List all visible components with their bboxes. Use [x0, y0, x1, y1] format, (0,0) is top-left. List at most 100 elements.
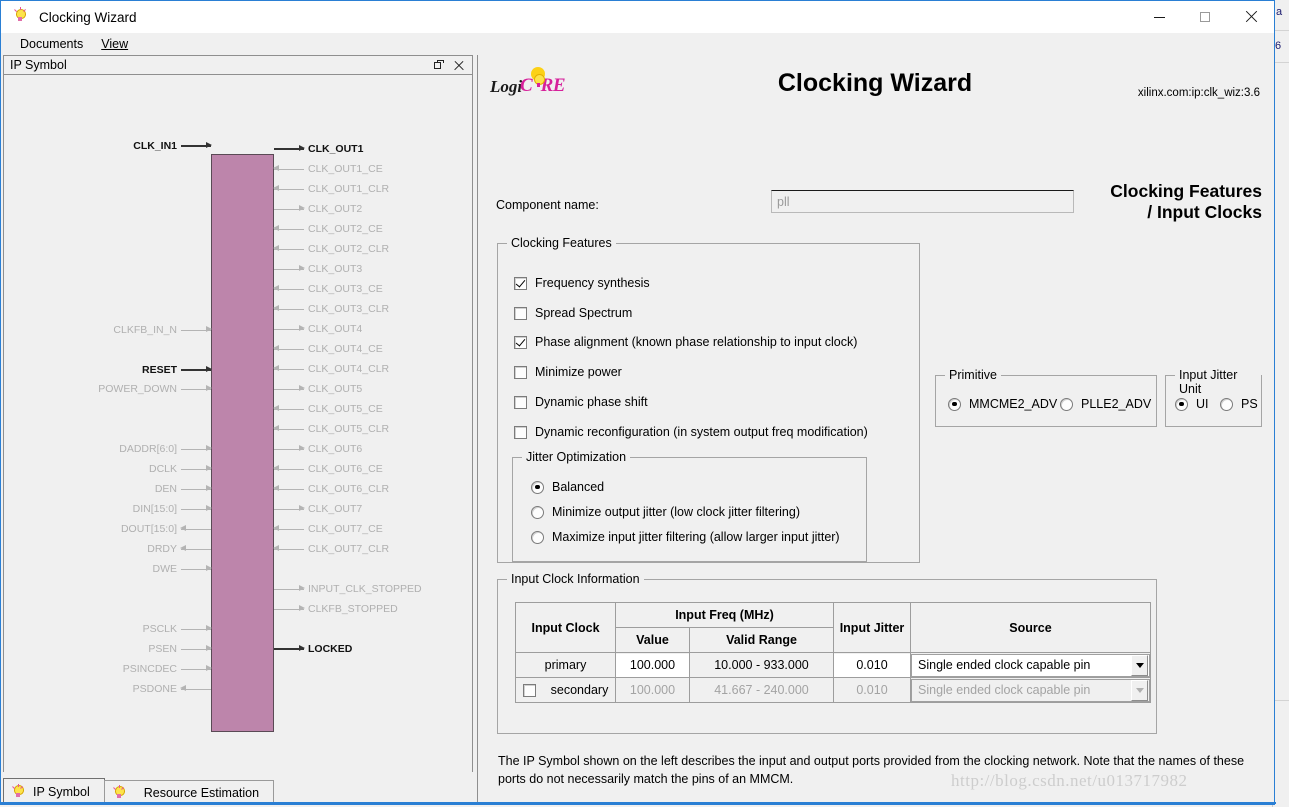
- window-bottom-accent: [1, 802, 1276, 804]
- tab-resource-estimation[interactable]: Resource Estimation: [103, 780, 275, 804]
- radio-jitter-balanced[interactable]: Balanced: [531, 480, 604, 494]
- cell-secondary-source: Single ended clock capable pin: [910, 677, 1151, 703]
- secondary-label: secondary: [550, 683, 609, 697]
- pin-label: CLK_OUT5_CLR: [308, 423, 390, 435]
- pin-clkfb-in-n: CLKFB_IN_N: [4, 323, 212, 337]
- cell-primary-jitter[interactable]: 0.010: [833, 652, 911, 678]
- ip-core-block: [211, 154, 274, 732]
- bulb-icon: [12, 783, 26, 799]
- checkbox-minimize-power[interactable]: Minimize power: [514, 365, 622, 379]
- secondary-source-combobox: Single ended clock capable pin: [911, 678, 1150, 702]
- cell-secondary-jitter: 0.010: [833, 677, 911, 703]
- pin-label: CLK_OUT2_CE: [308, 223, 383, 235]
- radio-indicator: [1060, 397, 1073, 411]
- table-header-row-1: Input Clock Input Freq (MHz) Input Jitte…: [515, 602, 1151, 653]
- pin-label: PSEN: [148, 643, 177, 655]
- radio-jitter-maximize-input[interactable]: Maximize input jitter filtering (allow l…: [531, 530, 840, 544]
- pin-daddr-6-0-: DADDR[6:0]: [4, 442, 212, 456]
- checkbox-label: Frequency synthesis: [535, 276, 650, 290]
- pin-label: INPUT_CLK_STOPPED: [308, 583, 422, 595]
- pin-label: PSCLK: [142, 623, 177, 635]
- pin-label: CLK_OUT7_CE: [308, 523, 383, 535]
- chevron-down-icon[interactable]: [1131, 654, 1148, 676]
- pin-label: PSDONE: [132, 683, 177, 695]
- pin-psincdec: PSINCDEC: [4, 662, 212, 676]
- cell-primary-value[interactable]: 100.000: [615, 652, 690, 678]
- pin-reset: RESET: [4, 363, 212, 377]
- table-row: secondary 100.000 41.667 - 240.000 0.010: [515, 677, 1151, 703]
- header-value: Value: [615, 627, 690, 653]
- checkbox-label: Phase alignment (known phase relationshi…: [535, 335, 858, 349]
- pin-clk-out7-clr: CLK_OUT7_CLR: [273, 542, 472, 556]
- pin-label: LOCKED: [308, 643, 353, 655]
- checkbox-indicator: [514, 395, 527, 409]
- pin-label: CLK_OUT4_CLR: [308, 363, 390, 375]
- checkbox-indicator: [514, 365, 527, 379]
- pin-label: CLK_OUT3_CE: [308, 283, 383, 295]
- checkbox-dynamic-phase-shift[interactable]: Dynamic phase shift: [514, 395, 648, 409]
- clocking-wizard-window: Clocking Wizard Documents View IP Symbol: [0, 0, 1276, 805]
- clocking-features-group: Clocking Features Frequency synthesis Sp…: [497, 236, 920, 563]
- radio-primitive-plle2-adv[interactable]: PLLE2_ADV: [1060, 397, 1151, 411]
- logicore-logo: Logi C RE: [490, 65, 572, 101]
- checkbox-dynamic-reconfiguration[interactable]: Dynamic reconfiguration (in system outpu…: [514, 425, 868, 439]
- close-icon[interactable]: [454, 60, 464, 70]
- pin-clk-out6: CLK_OUT6: [274, 442, 472, 456]
- component-name-input[interactable]: [771, 190, 1074, 213]
- radio-jitter-minimize-output[interactable]: Minimize output jitter (low clock jitter…: [531, 505, 800, 519]
- header-input-jitter: Input Jitter: [833, 602, 911, 653]
- checkbox-spread-spectrum[interactable]: Spread Spectrum: [514, 306, 632, 320]
- radio-jitter-unit-ps[interactable]: PS: [1220, 397, 1258, 411]
- pin-label: DWE: [152, 563, 178, 575]
- background-text-a: a: [1276, 6, 1283, 18]
- ip-symbol-panel-title: IP Symbol: [10, 58, 67, 72]
- app-bulb-icon: [13, 7, 31, 26]
- app-root: a 6 Clocking Wizard Documents View IP Sy…: [0, 0, 1289, 807]
- radio-label: Maximize input jitter filtering (allow l…: [552, 530, 840, 544]
- pin-clk-out4-clr: CLK_OUT4_CLR: [273, 362, 472, 376]
- pin-label: CLK_OUT3: [308, 263, 363, 275]
- radio-jitter-unit-ui[interactable]: UI: [1175, 397, 1209, 411]
- clocking-features-legend: Clocking Features: [507, 236, 616, 250]
- wizard-step-heading: Clocking Features / Input Clocks: [1110, 181, 1262, 224]
- ip-symbol-diagram: CLK_IN1 CLKFB_IN_N RESET POWER_DOWN DADDR[6:…: [4, 75, 472, 803]
- radio-indicator: [1220, 397, 1233, 411]
- header-input-clock: Input Clock: [515, 602, 616, 653]
- checkbox-secondary-clock[interactable]: [522, 683, 536, 697]
- input-clock-information-group: Input Clock Information Input Clock Inpu…: [497, 572, 1157, 734]
- close-button[interactable]: [1228, 1, 1274, 33]
- checkbox-frequency-synthesis[interactable]: Frequency synthesis: [514, 276, 650, 290]
- description-text: The IP Symbol shown on the left describe…: [498, 754, 1245, 786]
- window-controls: [1136, 1, 1274, 33]
- pin-clk-out2-ce: CLK_OUT2_CE: [273, 222, 472, 236]
- primary-source-combobox[interactable]: Single ended clock capable pin: [911, 653, 1150, 677]
- checkbox-phase-alignment[interactable]: Phase alignment (known phase relationshi…: [514, 335, 857, 349]
- pin-din-15-0-: DIN[15:0]: [4, 502, 212, 516]
- jitter-optimization-legend: Jitter Optimization: [522, 450, 631, 464]
- maximize-button[interactable]: [1182, 1, 1228, 33]
- pin-clk-in1: CLK_IN1: [4, 139, 212, 153]
- tab-ip-symbol[interactable]: IP Symbol: [3, 778, 105, 804]
- checkbox-indicator: [514, 306, 527, 320]
- pin-drdy: DRDY: [4, 542, 211, 556]
- pin-label: CLK_OUT2: [308, 203, 363, 215]
- pin-clk-out5-clr: CLK_OUT5_CLR: [273, 422, 472, 436]
- float-panel-icon[interactable]: [434, 60, 445, 70]
- radio-indicator: [531, 530, 544, 544]
- minimize-button[interactable]: [1136, 1, 1182, 33]
- menu-view[interactable]: View: [92, 35, 137, 53]
- cell-primary-source[interactable]: Single ended clock capable pin: [910, 652, 1151, 678]
- radio-label: PLLE2_ADV: [1081, 397, 1152, 411]
- pin-clkfb-stopped: CLKFB_STOPPED: [274, 602, 472, 616]
- pin-label: DEN: [154, 483, 177, 495]
- cell-secondary-name[interactable]: secondary: [515, 677, 616, 703]
- pin-label: CLK_OUT4: [308, 323, 363, 335]
- secondary-source-value: Single ended clock capable pin: [918, 683, 1091, 697]
- radio-primitive-mmcme2-adv[interactable]: MMCME2_ADV: [948, 397, 1057, 411]
- header-input-freq: Input Freq (MHz): [615, 602, 834, 628]
- pin-label: CLK_IN1: [133, 140, 177, 152]
- menu-documents[interactable]: Documents: [11, 35, 92, 53]
- pin-den: DEN: [4, 482, 212, 496]
- radio-indicator: [948, 397, 961, 411]
- primary-source-value: Single ended clock capable pin: [918, 658, 1091, 672]
